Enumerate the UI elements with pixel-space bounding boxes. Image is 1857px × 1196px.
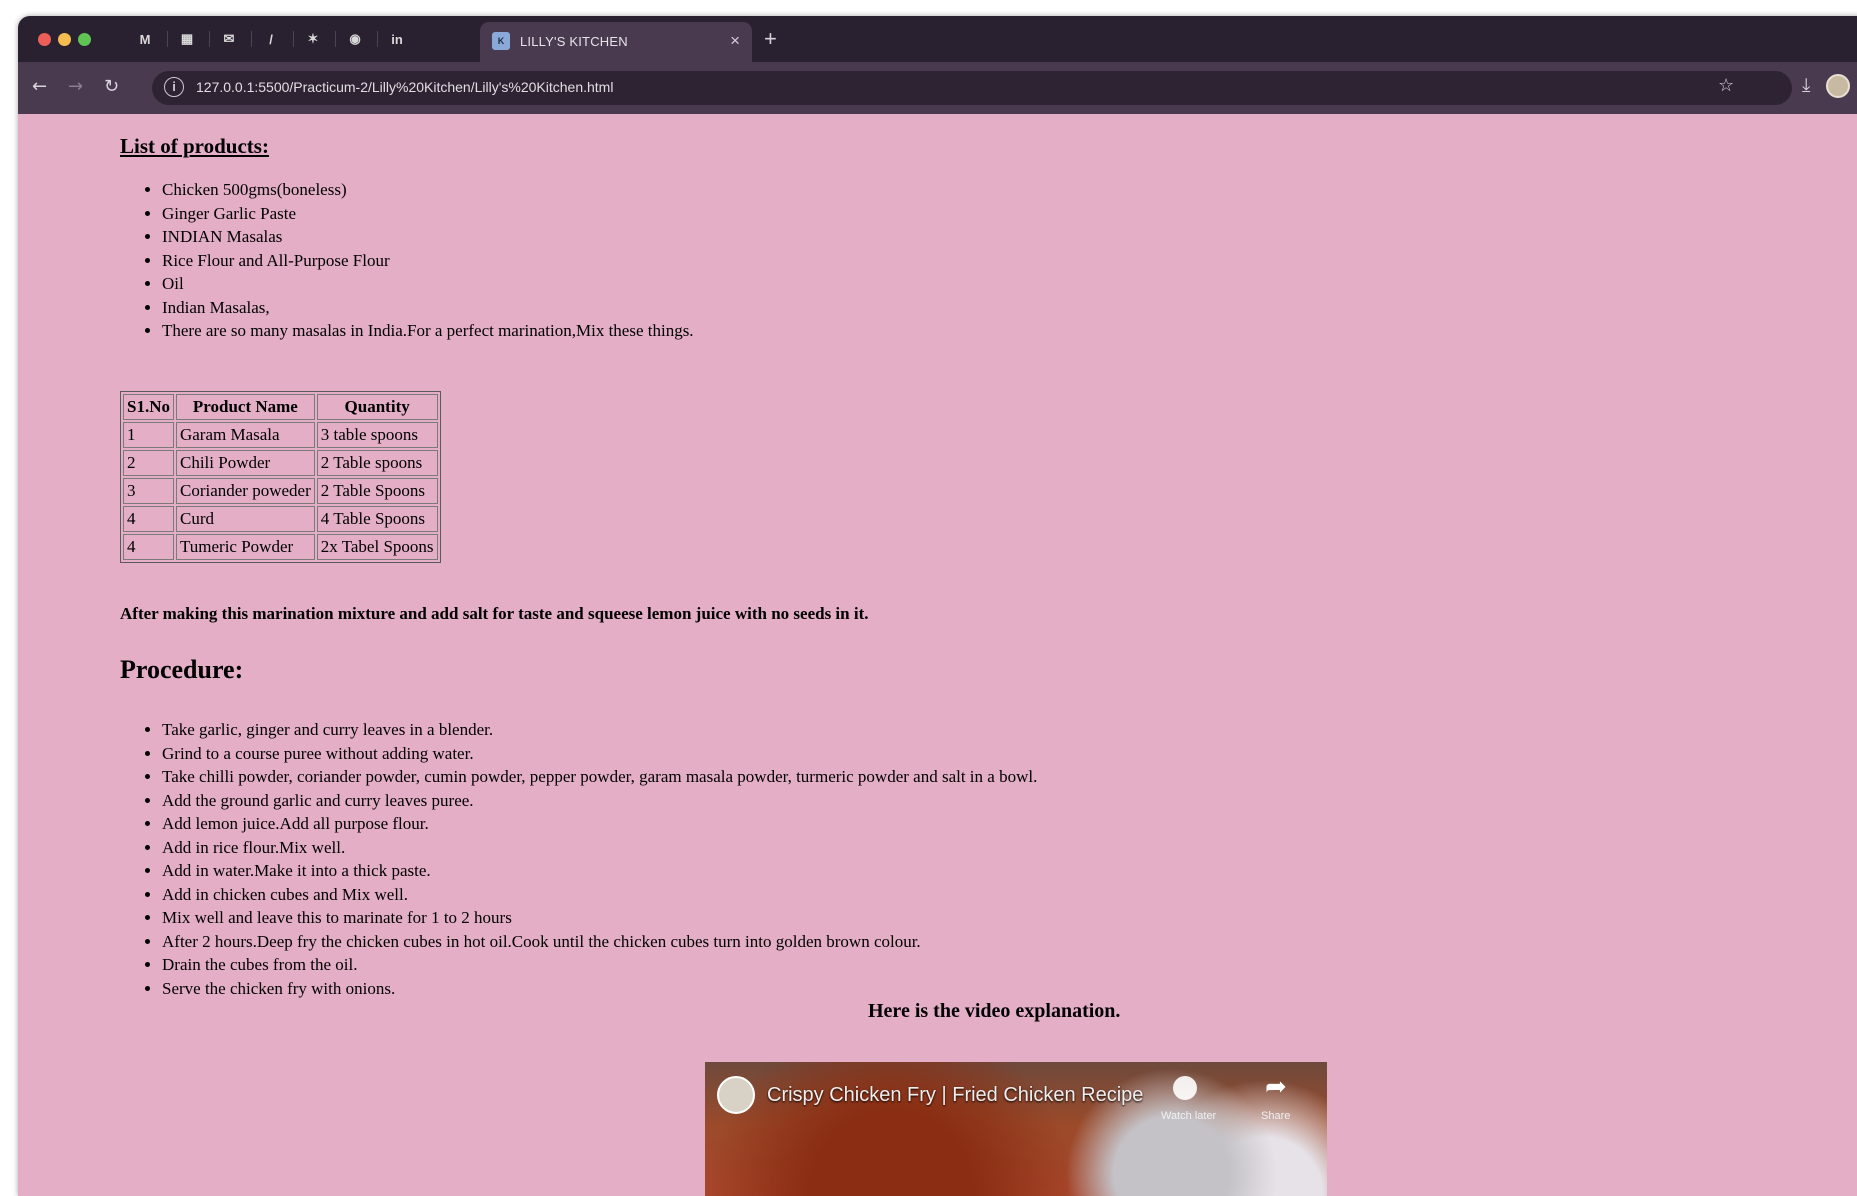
- table-cell: 2: [123, 450, 174, 476]
- tab-separator: [209, 31, 210, 47]
- close-window-button[interactable]: [38, 33, 51, 46]
- list-item: There are so many masalas in India.For a…: [162, 319, 694, 343]
- table-cell: 2 Table Spoons: [316, 478, 438, 504]
- pinned-tab-chrome-icon[interactable]: ◉: [344, 28, 366, 50]
- bookmark-star-icon[interactable]: ☆: [1718, 75, 1734, 96]
- profile-avatar[interactable]: [1826, 74, 1850, 98]
- video-title[interactable]: Crispy Chicken Fry | Fried Chicken Recip…: [767, 1084, 1167, 1107]
- minimize-window-button[interactable]: [58, 33, 71, 46]
- watch-later-icon[interactable]: [1173, 1076, 1197, 1100]
- browser-toolbar: ← → ↻ i 127.0.0.1:5500/Practicum-2/Lilly…: [18, 62, 1857, 114]
- tab-separator: [377, 31, 378, 47]
- list-item: Add the ground garlic and curry leaves p…: [162, 789, 1037, 813]
- page-content: List of products: Chicken 500gms(boneles…: [18, 114, 1857, 1196]
- products-list: Chicken 500gms(boneless) Ginger Garlic P…: [162, 178, 694, 343]
- tab-bar: M ▦ ✉ / ✶ ◉ in K LILLY'S KITCHEN × +: [18, 16, 1857, 62]
- embedded-video[interactable]: Crispy Chicken Fry | Fried Chicken Recip…: [705, 1062, 1327, 1196]
- table-cell: 2x Tabel Spoons: [316, 534, 438, 560]
- marination-note: After making this marination mixture and…: [120, 604, 869, 623]
- new-tab-button[interactable]: +: [764, 26, 777, 52]
- table-cell: Tumeric Powder: [175, 534, 315, 560]
- list-item: Add lemon juice.Add all purpose flour.: [162, 812, 1037, 836]
- list-item: Take chilli powder, coriander powder, cu…: [162, 765, 1037, 789]
- table-cell: 3 table spoons: [316, 422, 438, 448]
- download-icon[interactable]: ⤓: [1802, 74, 1810, 96]
- table-row: 4 Curd 4 Table Spoons: [123, 506, 438, 532]
- tab-separator: [251, 31, 252, 47]
- list-item: Add in water.Make it into a thick paste.: [162, 859, 1037, 883]
- watch-later-label: Watch later: [1161, 1110, 1217, 1122]
- table-cell: 4 Table Spoons: [316, 506, 438, 532]
- list-item: Rice Flour and All-Purpose Flour: [162, 249, 694, 273]
- list-item: Mix well and leave this to marinate for …: [162, 906, 1037, 930]
- list-item: Oil: [162, 272, 694, 296]
- table-cell: Curd: [175, 506, 315, 532]
- table-cell: Coriander poweder: [175, 478, 315, 504]
- table-cell: 4: [123, 506, 174, 532]
- tab-favicon-icon: K: [492, 32, 510, 50]
- procedure-list: Take garlic, ginger and curry leaves in …: [162, 718, 1037, 1000]
- browser-window: M ▦ ✉ / ✶ ◉ in K LILLY'S KITCHEN × + ← →…: [18, 16, 1857, 1196]
- tab-separator: [293, 31, 294, 47]
- pinned-tab-gmail-icon[interactable]: M: [134, 28, 156, 50]
- table-cell: 3: [123, 478, 174, 504]
- tab-separator: [167, 31, 168, 47]
- masala-table: S1.No Product Name Quantity 1 Garam Masa…: [120, 391, 441, 563]
- list-item: Serve the chicken fry with onions.: [162, 977, 1037, 1001]
- table-row: 2 Chili Powder 2 Table spoons: [123, 450, 438, 476]
- site-info-icon[interactable]: i: [164, 77, 184, 97]
- list-item: Add in rice flour.Mix well.: [162, 836, 1037, 860]
- video-caption: Here is the video explanation.: [868, 1000, 1121, 1022]
- list-item: Ginger Garlic Paste: [162, 202, 694, 226]
- list-item: Take garlic, ginger and curry leaves in …: [162, 718, 1037, 742]
- table-cell: 1: [123, 422, 174, 448]
- table-cell: Chili Powder: [175, 450, 315, 476]
- reload-icon[interactable]: ↻: [104, 76, 119, 97]
- table-row: 3 Coriander poweder 2 Table Spoons: [123, 478, 438, 504]
- products-heading: List of products:: [120, 134, 269, 158]
- list-item: Chicken 500gms(boneless): [162, 178, 694, 202]
- forward-arrow-icon[interactable]: →: [68, 76, 83, 97]
- list-item: Add in chicken cubes and Mix well.: [162, 883, 1037, 907]
- back-arrow-icon[interactable]: ←: [32, 76, 47, 97]
- pinned-tab-mail-icon[interactable]: ✉: [218, 28, 240, 50]
- list-item: Grind to a course puree without adding w…: [162, 742, 1037, 766]
- list-item: Indian Masalas,: [162, 296, 694, 320]
- url-text[interactable]: 127.0.0.1:5500/Practicum-2/Lilly%20Kitch…: [196, 79, 613, 95]
- address-bar[interactable]: i 127.0.0.1:5500/Practicum-2/Lilly%20Kit…: [152, 71, 1792, 105]
- close-tab-icon[interactable]: ×: [730, 31, 740, 51]
- share-label: Share: [1261, 1110, 1291, 1122]
- list-item: INDIAN Masalas: [162, 225, 694, 249]
- table-cell: 2 Table spoons: [316, 450, 438, 476]
- tab-separator: [335, 31, 336, 47]
- table-cell: 4: [123, 534, 174, 560]
- table-header: S1.No: [123, 394, 174, 420]
- table-cell: Garam Masala: [175, 422, 315, 448]
- table-header-row: S1.No Product Name Quantity: [123, 394, 438, 420]
- tab-lillys-kitchen[interactable]: K LILLY'S KITCHEN ×: [480, 22, 752, 62]
- table-header: Quantity: [316, 394, 438, 420]
- table-row: 4 Tumeric Powder 2x Tabel Spoons: [123, 534, 438, 560]
- pinned-tab-slash-icon[interactable]: /: [260, 28, 282, 50]
- list-item: Drain the cubes from the oil.: [162, 953, 1037, 977]
- list-item: After 2 hours.Deep fry the chicken cubes…: [162, 930, 1037, 954]
- table-header: Product Name: [175, 394, 315, 420]
- share-icon[interactable]: ➦: [1265, 1072, 1287, 1102]
- pinned-tab-sheets-icon[interactable]: ▦: [176, 28, 198, 50]
- table-row: 1 Garam Masala 3 table spoons: [123, 422, 438, 448]
- pinned-tab-linkedin-icon[interactable]: in: [386, 28, 408, 50]
- maximize-window-button[interactable]: [78, 33, 91, 46]
- tab-title: LILLY'S KITCHEN: [520, 34, 628, 49]
- procedure-heading: Procedure:: [120, 655, 244, 684]
- pinned-tab-app-icon[interactable]: ✶: [302, 28, 324, 50]
- channel-avatar[interactable]: [717, 1076, 755, 1114]
